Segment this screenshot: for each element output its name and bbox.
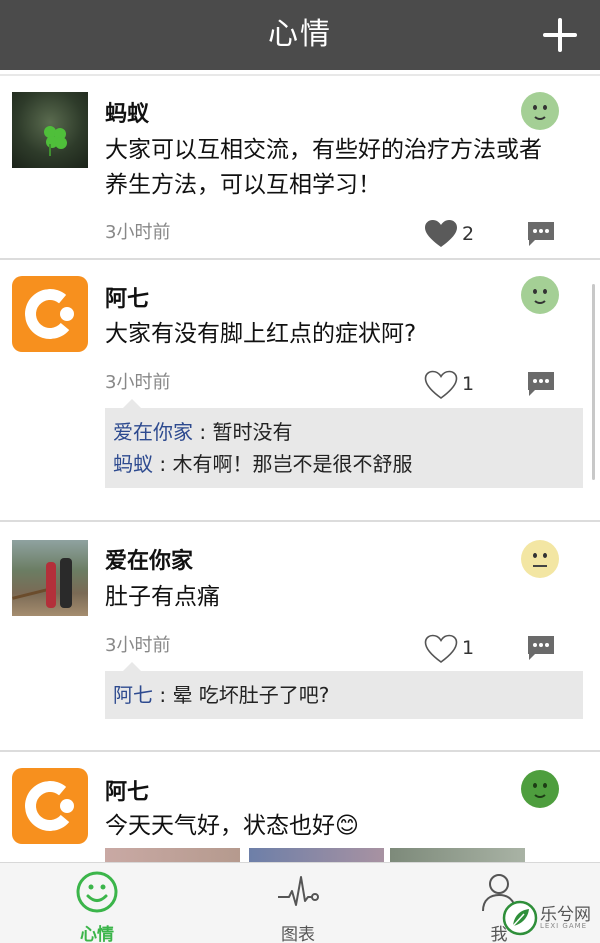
scrollbar[interactable] bbox=[592, 284, 595, 480]
comment-list: 阿七 : 晕 吃坏肚子了吧? bbox=[105, 662, 583, 719]
photo-thumbnail[interactable] bbox=[249, 848, 384, 862]
mood-great-icon bbox=[521, 770, 559, 808]
like-count: 1 bbox=[462, 637, 475, 659]
comment-icon[interactable] bbox=[526, 635, 556, 661]
heartbeat-chart-icon bbox=[278, 876, 319, 906]
mood-happy-icon bbox=[521, 276, 559, 314]
heart-filled-icon[interactable] bbox=[424, 219, 458, 249]
photo-thumbnail[interactable] bbox=[105, 848, 240, 862]
post-username[interactable]: 阿七 bbox=[105, 281, 149, 313]
comment-item[interactable]: 爱在你家 : 暂时没有 bbox=[113, 416, 575, 448]
post-time: 3小时前 bbox=[105, 635, 171, 656]
tab-label: 心情 bbox=[80, 925, 114, 943]
like-count: 2 bbox=[462, 223, 475, 245]
post-content: 今天天气好，状态也好😊 bbox=[105, 813, 359, 839]
avatar[interactable] bbox=[12, 276, 88, 352]
mood-feed[interactable]: 蚂蚁 大家可以互相交流，有些好的治疗方法或者 养生方法，可以互相学习！ 3小时前… bbox=[0, 76, 600, 862]
comment-icon[interactable] bbox=[526, 221, 556, 247]
post-content: 肚子有点痛 bbox=[105, 584, 220, 610]
page-title: 心情 bbox=[268, 17, 332, 52]
leaf-logo-icon bbox=[502, 900, 538, 936]
post-username[interactable]: 阿七 bbox=[105, 774, 149, 806]
comment-item[interactable]: 蚂蚁 : 木有啊！那岂不是很不舒服 bbox=[113, 448, 575, 480]
post-content: 大家可以互相交流，有些好的治疗方法或者 养生方法，可以互相学习！ bbox=[105, 137, 542, 198]
comment-list: 爱在你家 : 暂时没有 蚂蚁 : 木有啊！那岂不是很不舒服 bbox=[105, 399, 583, 488]
post-card: 阿七 今天天气好，状态也好😊 bbox=[0, 752, 600, 862]
plus-icon[interactable] bbox=[542, 17, 578, 53]
post-card: 爱在你家 肚子有点痛 3小时前 1 阿七 : 晕 吃坏肚子了吧? bbox=[0, 522, 600, 752]
post-card: 阿七 大家有没有脚上红点的症状阿? 3小时前 1 爱在你家 : 暂时没有 蚂蚁 … bbox=[0, 260, 600, 522]
post-time: 3小时前 bbox=[105, 372, 171, 393]
post-content: 大家有没有脚上红点的症状阿? bbox=[105, 321, 417, 347]
watermark-subtext: LEXI GAME bbox=[540, 922, 588, 930]
comment-icon[interactable] bbox=[526, 371, 556, 397]
heart-outline-icon[interactable] bbox=[424, 634, 458, 664]
top-bar: 心情 bbox=[0, 0, 600, 70]
mood-happy-icon bbox=[521, 92, 559, 130]
avatar[interactable] bbox=[12, 540, 88, 616]
avatar[interactable] bbox=[12, 92, 88, 168]
post-photos bbox=[105, 848, 535, 862]
avatar[interactable] bbox=[12, 768, 88, 844]
like-count: 1 bbox=[462, 373, 475, 395]
heart-outline-icon[interactable] bbox=[424, 370, 458, 400]
tab-chart[interactable]: 图表 bbox=[238, 863, 358, 943]
tab-label: 图表 bbox=[281, 925, 315, 943]
post-username[interactable]: 蚂蚁 bbox=[105, 96, 149, 128]
post-username[interactable]: 爱在你家 bbox=[105, 543, 193, 575]
mood-neutral-icon bbox=[521, 540, 559, 578]
post-time: 3小时前 bbox=[105, 222, 171, 243]
post-card: 蚂蚁 大家可以互相交流，有些好的治疗方法或者 养生方法，可以互相学习！ 3小时前… bbox=[0, 76, 600, 260]
comment-item[interactable]: 阿七 : 晕 吃坏肚子了吧? bbox=[113, 679, 575, 711]
smiley-icon bbox=[76, 871, 118, 913]
watermark: 乐兮网 LEXI GAME bbox=[500, 898, 596, 938]
photo-thumbnail[interactable] bbox=[390, 848, 525, 862]
tab-mood[interactable]: 心情 bbox=[37, 863, 157, 943]
